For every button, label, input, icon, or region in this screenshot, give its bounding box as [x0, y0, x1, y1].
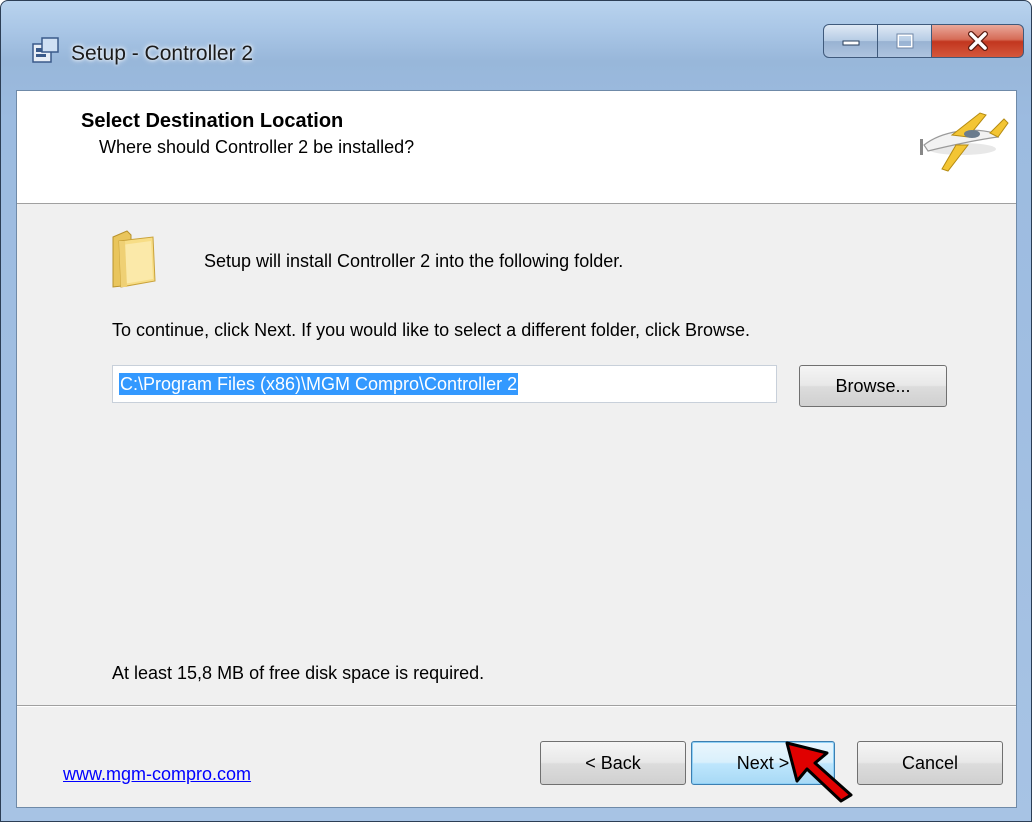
close-icon [967, 31, 988, 51]
page-title: Select Destination Location [81, 110, 344, 132]
destination-path-input[interactable]: C:\Program Files (x86)\MGM Compro\Contro… [112, 365, 777, 403]
red-arrow-pointer [785, 741, 853, 803]
browse-button[interactable]: Browse... [799, 365, 947, 407]
back-button[interactable]: < Back [540, 741, 686, 785]
wizard-client-area: Select Destination Location Where should… [16, 90, 1017, 808]
maximize-icon [896, 33, 913, 49]
wizard-header: Select Destination Location Where should… [17, 91, 1016, 204]
disk-space-text: At least 15,8 MB of free disk space is r… [112, 663, 485, 683]
page-subtitle: Where should Controller 2 be installed? [99, 137, 415, 157]
minimize-icon [842, 40, 859, 46]
airplane-icon [920, 112, 1009, 172]
minimize-button[interactable] [823, 24, 878, 58]
window-title: Setup - Controller 2 [71, 42, 254, 65]
install-message: Setup will install Controller 2 into the… [204, 251, 624, 271]
folder-icon [112, 230, 156, 288]
caption-buttons [823, 24, 1024, 58]
destination-path-value: C:\Program Files (x86)\MGM Compro\Contro… [119, 373, 519, 395]
close-button[interactable] [932, 24, 1024, 58]
maximize-button[interactable] [878, 24, 932, 58]
setup-icon [32, 37, 59, 63]
website-link[interactable]: www.mgm-compro.com [63, 764, 251, 785]
cancel-button[interactable]: Cancel [857, 741, 1003, 785]
title-bar[interactable]: Setup - Controller 2 [1, 1, 1031, 91]
instruction-text: To continue, click Next. If you would li… [112, 320, 750, 340]
setup-window: Setup - Controller 2 Select Destination … [0, 0, 1032, 822]
footer-separator [17, 705, 1016, 707]
